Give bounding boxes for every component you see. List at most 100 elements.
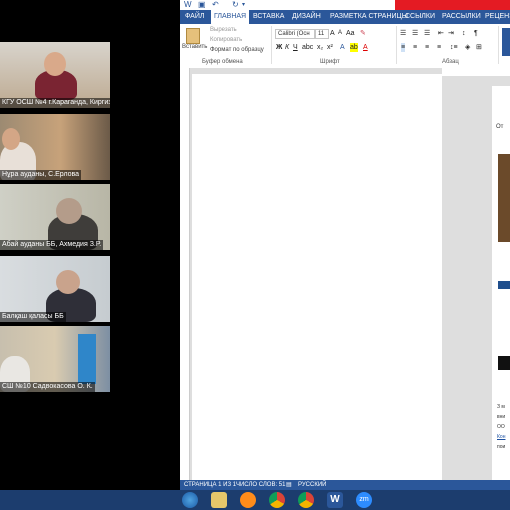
paste-icon[interactable]: [186, 28, 200, 44]
styles-gallery[interactable]: [502, 28, 510, 56]
tab-layout[interactable]: РАЗМЕТКА СТРАНИЦЫ: [330, 10, 408, 24]
group-divider: [396, 26, 397, 64]
word-app-icon: W: [184, 0, 192, 9]
align-right-icon[interactable]: ≡: [425, 43, 429, 52]
highlight-icon[interactable]: ab: [350, 43, 358, 52]
underline-button[interactable]: Ч: [293, 43, 298, 52]
font-group-label: Шрифт: [320, 59, 340, 65]
paste-button[interactable]: Вставить: [182, 44, 207, 50]
line-spacing-icon[interactable]: ↕≡: [450, 43, 458, 52]
group-divider: [271, 26, 272, 64]
page-text-line: пои: [497, 444, 506, 450]
tab-home[interactable]: ГЛАВНАЯ: [211, 10, 250, 24]
participant-name: Абай ауданы ББ, Ахмедия З.Р.: [0, 240, 104, 250]
vertical-ruler: [180, 68, 190, 480]
text-effects-icon[interactable]: A: [340, 43, 345, 52]
taskbar: W zm: [0, 490, 510, 510]
participant-tile[interactable]: Абай ауданы ББ, Ахмедия З.Р.: [0, 184, 110, 250]
word-count[interactable]: ЧИСЛО СЛОВ: 51: [236, 480, 285, 490]
participant-head: [56, 270, 80, 294]
chrome2-icon[interactable]: [298, 492, 314, 508]
word-icon[interactable]: W: [327, 492, 343, 508]
tab-file[interactable]: ФАЙЛ: [185, 10, 204, 24]
numbering-icon[interactable]: ☰: [412, 29, 418, 38]
page-text: От: [496, 124, 504, 130]
grow-font-icon[interactable]: A: [330, 29, 335, 38]
participant-name: КГУ ОСШ №4 г.Караганда, Киргизбаева...: [0, 98, 110, 108]
shading-icon[interactable]: ◈: [465, 43, 470, 52]
tab-insert[interactable]: ВСТАВКА: [253, 10, 284, 24]
participant-name: Нұра ауданы, С.Ерлова: [0, 170, 82, 180]
justify-icon[interactable]: ≡: [437, 43, 441, 52]
document-page-partial[interactable]: От З м вни ОО Кон пои: [492, 86, 510, 480]
save-icon[interactable]: ▣: [198, 1, 206, 9]
customize-icon[interactable]: ▾: [242, 1, 250, 9]
font-family-select[interactable]: Calibri (Осн: [275, 29, 315, 39]
undo-icon[interactable]: ↶: [212, 1, 220, 9]
change-case-icon[interactable]: Aa: [346, 29, 355, 38]
page-image: [498, 154, 510, 242]
document-page[interactable]: [192, 74, 442, 480]
shrink-font-icon[interactable]: A: [338, 29, 342, 38]
status-bar: СТРАНИЦА 1 ИЗ 1 ЧИСЛО СЛОВ: 51 ▤ РУССКИЙ: [180, 480, 510, 490]
participant-tile[interactable]: Балқаш қаласы ББ: [0, 256, 110, 322]
tab-design[interactable]: ДИЗАЙН: [292, 10, 321, 24]
decrease-indent-icon[interactable]: ⇤: [438, 29, 444, 38]
zoom-icon[interactable]: zm: [356, 492, 372, 508]
tab-references[interactable]: ССЫЛКИ: [405, 10, 435, 24]
multilevel-list-icon[interactable]: ☰: [424, 29, 430, 38]
copy-button[interactable]: Копировать: [210, 37, 242, 43]
clear-format-icon[interactable]: ✎: [360, 29, 366, 38]
word-window: W ▣ ↶ ↻ ▾ ФАЙЛ ГЛАВНАЯ ВСТАВКА ДИЗАЙН РА…: [180, 0, 510, 490]
cut-button[interactable]: Вырезать: [210, 27, 237, 33]
page-text-line: З м: [497, 404, 505, 410]
strikethrough-icon[interactable]: abc: [302, 43, 313, 52]
page-banner: [498, 281, 510, 289]
subscript-icon[interactable]: x₂: [317, 43, 323, 52]
participant-tile[interactable]: СШ №10 Садвокасова О. К.: [0, 326, 110, 392]
increase-indent-icon[interactable]: ⇥: [448, 29, 454, 38]
horizontal-ruler: [442, 68, 510, 76]
page-text-line: Кон: [497, 434, 506, 440]
italic-button[interactable]: К: [285, 43, 289, 52]
document-area: От З м вни ОО Кон пои: [180, 68, 510, 480]
start-icon[interactable]: [182, 492, 198, 508]
show-marks-icon[interactable]: ¶: [474, 29, 478, 38]
tab-review[interactable]: РЕЦЕНЗИ: [485, 10, 510, 24]
page-image-small: [498, 356, 510, 370]
participant-head: [44, 52, 66, 76]
borders-icon[interactable]: ⊞: [476, 43, 482, 52]
ribbon-tabs: ФАЙЛ ГЛАВНАЯ ВСТАВКА ДИЗАЙН РАЗМЕТКА СТР…: [180, 10, 510, 24]
superscript-icon[interactable]: x²: [327, 43, 333, 52]
clipboard-group-label: Буфер обмена: [202, 59, 243, 65]
redo-icon[interactable]: ↻: [232, 1, 240, 9]
ribbon: Вставить Вырезать Копировать Формат по о…: [180, 24, 510, 69]
bold-button[interactable]: Ж: [276, 43, 282, 52]
page-text-line: ОО: [497, 424, 505, 430]
tab-mailings[interactable]: РАССЫЛКИ: [442, 10, 481, 24]
flag-shape: [78, 334, 96, 384]
participant-head: [2, 128, 20, 150]
title-bar-accent: [395, 0, 510, 10]
explorer-icon[interactable]: [211, 492, 227, 508]
page-text-line: вни: [497, 414, 506, 420]
language-indicator[interactable]: РУССКИЙ: [298, 480, 326, 490]
media-icon[interactable]: [240, 492, 256, 508]
participant-tile[interactable]: Нұра ауданы, С.Ерлова: [0, 114, 110, 180]
proofing-icon[interactable]: ▤: [286, 480, 292, 490]
zoom-gallery: КГУ ОСШ №4 г.Караганда, Киргизбаева... Н…: [0, 0, 180, 490]
participant-tile[interactable]: КГУ ОСШ №4 г.Караганда, Киргизбаева...: [0, 42, 110, 108]
paragraph-group-label: Абзац: [442, 59, 459, 65]
chrome-icon[interactable]: [269, 492, 285, 508]
page-count[interactable]: СТРАНИЦА 1 ИЗ 1: [184, 480, 236, 490]
participant-head: [56, 198, 82, 224]
align-left-icon[interactable]: ≡: [401, 43, 406, 52]
font-size-select[interactable]: 11: [315, 29, 329, 39]
sort-icon[interactable]: ↕: [462, 29, 466, 38]
bullets-icon[interactable]: ☰: [400, 29, 406, 38]
align-center-icon[interactable]: ≡: [413, 43, 417, 52]
participant-name: Балқаш қаласы ББ: [0, 312, 66, 322]
participant-name: СШ №10 Садвокасова О. К.: [0, 382, 95, 392]
format-painter-button[interactable]: Формат по образцу: [210, 47, 264, 53]
font-color-icon[interactable]: A: [363, 43, 368, 52]
